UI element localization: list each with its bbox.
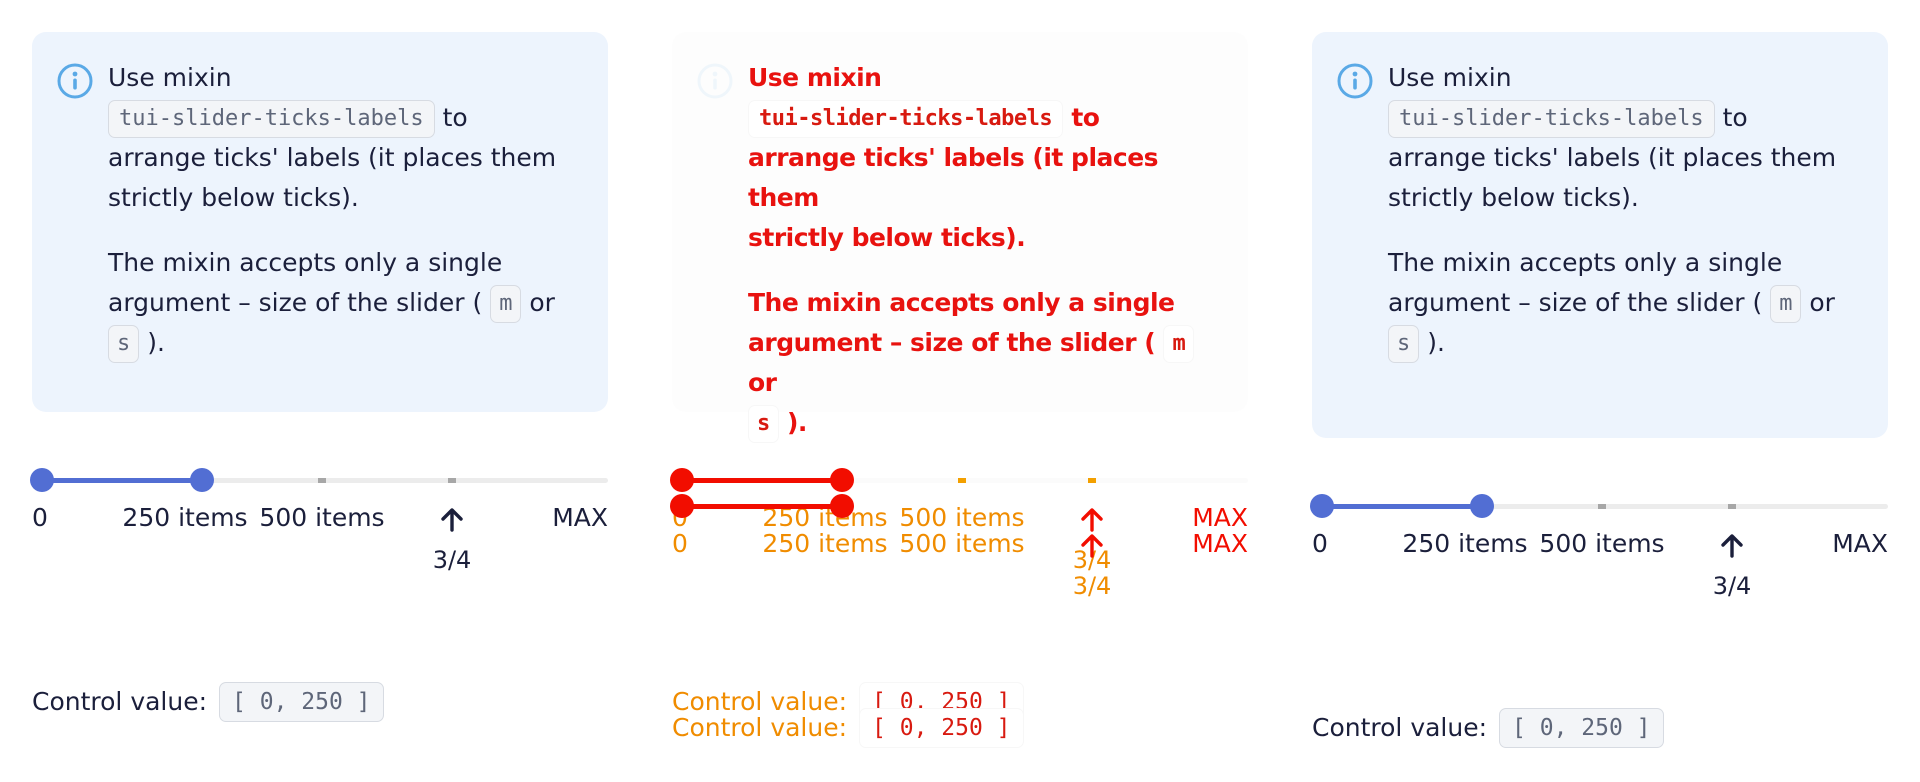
demo-panel-right: Use mixin tui-slider-ticks-labels to arr… bbox=[1280, 0, 1920, 782]
slider-fill bbox=[1322, 504, 1482, 509]
notice-text: The mixin accepts only a single bbox=[1388, 248, 1783, 277]
tick-sub-label-three-quarters: 3/4 bbox=[1072, 572, 1112, 600]
code-size-s: s bbox=[1388, 325, 1420, 363]
slider-tick bbox=[448, 478, 456, 483]
notice-paragraph-1: Use mixin tui-slider-ticks-labels to arr… bbox=[108, 58, 568, 218]
control-value-display: [ 0, 250 ] bbox=[859, 708, 1024, 748]
control-value-display: [ 0, 250 ] bbox=[219, 682, 384, 722]
slider-tick bbox=[958, 478, 966, 483]
tick-label-500: 500 items bbox=[1539, 529, 1665, 558]
code-size-s: s bbox=[748, 405, 779, 443]
tick-label-max: MAX bbox=[552, 503, 608, 532]
info-icon bbox=[697, 63, 733, 99]
demo-panel-diff: Use mixin tui-slider-ticks-labels to arr… bbox=[640, 0, 1280, 782]
slider-thumb-start[interactable] bbox=[30, 468, 54, 492]
control-value-label: Control value: bbox=[1312, 713, 1488, 742]
notice-text: to bbox=[442, 103, 468, 132]
control-value-display: [ 0, 250 ] bbox=[1499, 708, 1664, 748]
tick-label-250: 250 items bbox=[762, 529, 888, 558]
notice-text: ). bbox=[1427, 328, 1445, 357]
range-slider[interactable]: 0 250 items 500 items 3/4 MAX bbox=[1310, 484, 1888, 624]
tick-label-500: 500 items bbox=[899, 529, 1025, 558]
control-value-row: Control value: [ 0, 250 ] bbox=[32, 682, 384, 722]
demo-panel-left: Use mixin tui-slider-ticks-labels to arr… bbox=[0, 0, 640, 782]
info-notice: Use mixin tui-slider-ticks-labels to arr… bbox=[672, 32, 1248, 443]
slider-tick bbox=[1088, 478, 1096, 483]
range-slider-ghost-b[interactable]: 0 250 items 500 items 3/4 MAX bbox=[670, 484, 1248, 624]
notice-text: or bbox=[748, 368, 777, 397]
code-size-m: m bbox=[1163, 325, 1195, 363]
notice-text: to bbox=[1722, 103, 1748, 132]
slider-fill bbox=[682, 504, 842, 509]
tick-label-max: MAX bbox=[1832, 529, 1888, 558]
notice-text: argument – size of the slider ( bbox=[1388, 288, 1763, 317]
info-notice: Use mixin tui-slider-ticks-labels to arr… bbox=[1312, 32, 1888, 438]
slider-thumb-end[interactable] bbox=[830, 494, 854, 518]
slider-fill bbox=[682, 478, 842, 483]
control-value-label: Control value: bbox=[672, 713, 848, 742]
control-value-row-ghost: Control value: [ 0, 250 ] bbox=[672, 708, 1024, 748]
tick-label-250: 250 items bbox=[1402, 529, 1528, 558]
control-value-row: Control value: [ 0, 250 ] bbox=[1312, 708, 1664, 748]
notice-text: arrange ticks' labels (it places them bbox=[108, 143, 557, 172]
arrow-up-icon bbox=[1721, 534, 1743, 558]
slider-thumb-start[interactable] bbox=[1310, 494, 1334, 518]
notice-text: strictly below ticks). bbox=[1388, 183, 1639, 212]
notice-text: argument – size of the slider ( bbox=[748, 328, 1156, 357]
notice-text: or bbox=[529, 288, 555, 317]
notice-paragraph-1: Use mixin tui-slider-ticks-labels to arr… bbox=[748, 58, 1208, 258]
code-size-m: m bbox=[1770, 285, 1802, 323]
notice-paragraph-2: The mixin accepts only a single argument… bbox=[748, 283, 1208, 443]
notice-text: or bbox=[1809, 288, 1835, 317]
notice-text: strictly below ticks). bbox=[108, 183, 359, 212]
slider-tick bbox=[1728, 504, 1736, 509]
info-icon bbox=[1337, 63, 1373, 99]
code-mixin-name: tui-slider-ticks-labels bbox=[1388, 100, 1715, 138]
slider-thumb-end[interactable] bbox=[190, 468, 214, 492]
code-size-m: m bbox=[490, 285, 522, 323]
notice-text: Use mixin bbox=[1388, 63, 1512, 92]
slider-tick bbox=[318, 478, 326, 483]
slider-fill bbox=[42, 478, 202, 483]
slider-thumb-end[interactable] bbox=[1470, 494, 1494, 518]
control-value-label: Control value: bbox=[32, 687, 208, 716]
notice-text: ). bbox=[147, 328, 165, 357]
code-mixin-name: tui-slider-ticks-labels bbox=[748, 100, 1064, 138]
slider-tick bbox=[1598, 504, 1606, 509]
notice-paragraph-2: The mixin accepts only a single argument… bbox=[108, 243, 568, 363]
notice-text: to bbox=[1071, 103, 1100, 132]
code-mixin-name: tui-slider-ticks-labels bbox=[108, 100, 435, 138]
notice-text: arrange ticks' labels (it places them bbox=[748, 143, 1159, 212]
notice-text: arrange ticks' labels (it places them bbox=[1388, 143, 1837, 172]
tick-label-max: MAX bbox=[1192, 529, 1248, 558]
notice-text: Use mixin bbox=[748, 63, 882, 92]
tick-label-0: 0 bbox=[1312, 529, 1328, 558]
arrow-up-icon bbox=[1081, 534, 1103, 558]
arrow-up-icon bbox=[441, 508, 463, 532]
tick-label-500: 500 items bbox=[259, 503, 385, 532]
tick-label-250: 250 items bbox=[122, 503, 248, 532]
info-icon bbox=[57, 63, 93, 99]
notice-text: argument – size of the slider ( bbox=[108, 288, 483, 317]
notice-paragraph-2: The mixin accepts only a single argument… bbox=[1388, 243, 1848, 363]
tick-sub-label-three-quarters: 3/4 bbox=[1712, 572, 1752, 600]
notice-paragraph-1: Use mixin tui-slider-ticks-labels to arr… bbox=[1388, 58, 1848, 218]
notice-text: The mixin accepts only a single bbox=[748, 288, 1175, 317]
range-slider[interactable]: 0 250 items 500 items 3/4 MAX bbox=[30, 458, 608, 598]
notice-text: Use mixin bbox=[108, 63, 232, 92]
code-size-s: s bbox=[108, 325, 140, 363]
tick-label-0: 0 bbox=[672, 529, 688, 558]
notice-text: The mixin accepts only a single bbox=[108, 248, 503, 277]
tick-label-0: 0 bbox=[32, 503, 48, 532]
slider-thumb-start[interactable] bbox=[670, 494, 694, 518]
info-notice: Use mixin tui-slider-ticks-labels to arr… bbox=[32, 32, 608, 412]
notice-text: ). bbox=[786, 408, 807, 437]
tick-sub-label-three-quarters: 3/4 bbox=[432, 546, 472, 574]
notice-text: strictly below ticks). bbox=[748, 223, 1026, 252]
